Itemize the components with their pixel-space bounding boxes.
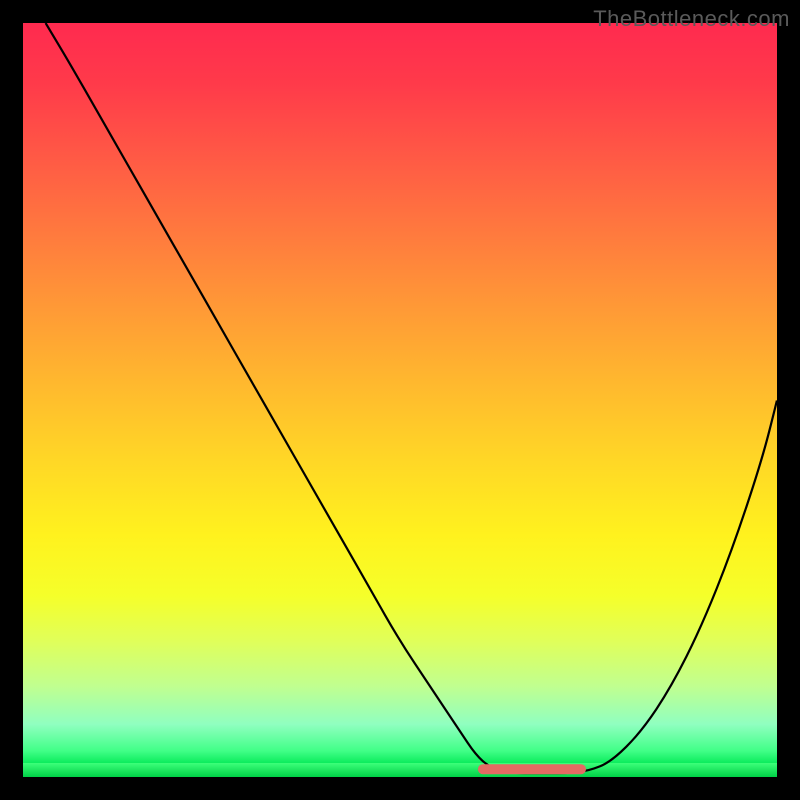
curve-svg: [23, 23, 777, 777]
plot-area: [23, 23, 777, 777]
bottleneck-curve: [46, 23, 777, 773]
watermark-text: TheBottleneck.com: [593, 6, 790, 32]
chart-frame: TheBottleneck.com: [0, 0, 800, 800]
